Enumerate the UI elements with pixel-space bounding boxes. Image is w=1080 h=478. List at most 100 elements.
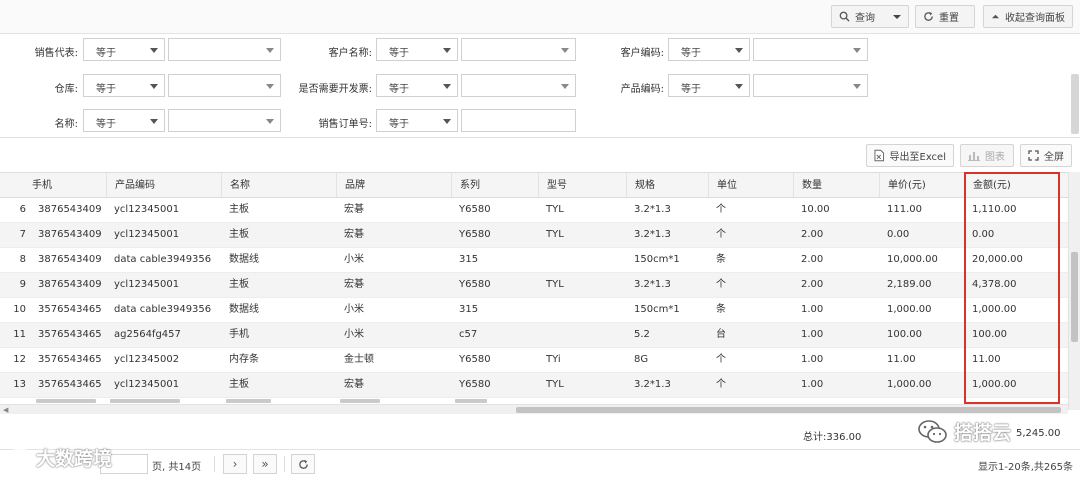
filter-value-warehouse[interactable] xyxy=(168,74,281,97)
table-row[interactable]: 9 3876543409 ycl12345001 主板 宏碁 Y6580 TYL 3.2*1.… xyxy=(0,273,1068,298)
filter-value-customer-code[interactable] xyxy=(753,38,868,61)
partial-cell xyxy=(455,399,487,403)
cell-unit-price: 11.00 xyxy=(887,354,916,365)
filter-label-customer-code: 客户编码: xyxy=(620,48,664,59)
caret-down-icon xyxy=(150,119,158,124)
scroll-left-icon[interactable]: ◀ xyxy=(3,406,8,414)
cell-amount: 1,110.00 xyxy=(972,204,1017,215)
query-button[interactable]: 查询 xyxy=(831,5,909,28)
export-excel-button[interactable]: 导出至Excel xyxy=(866,144,954,167)
refresh-button[interactable] xyxy=(291,454,315,474)
reset-label: 重置 xyxy=(939,13,959,24)
caret-down-icon xyxy=(266,48,274,53)
caret-down-icon xyxy=(735,48,743,53)
cell-spec: 8G xyxy=(634,354,649,365)
filter-panel: 销售代表: 等于 客户名称: 等于 客户编码: 等于 仓库: 等于 是否需要开发… xyxy=(0,34,1080,138)
double-chevron-right-icon: » xyxy=(261,457,269,471)
chart-button[interactable]: 图表 xyxy=(960,144,1014,167)
filter-op-customer-code[interactable]: 等于 xyxy=(668,38,750,61)
filter-value-name[interactable] xyxy=(168,109,281,132)
filter-op-customer-name[interactable]: 等于 xyxy=(376,38,458,61)
cell-product-code: ycl12345001 xyxy=(114,229,180,240)
filter-value-sales-order[interactable] xyxy=(461,109,576,132)
cell-unit-price: 1,000.00 xyxy=(887,304,932,315)
filter-op-sales-order[interactable]: 等于 xyxy=(376,109,458,132)
col-header-series[interactable]: 系列 xyxy=(451,173,538,198)
cell-name: 主板 xyxy=(229,379,249,390)
table-row[interactable]: 10 3576543465 data cable3949356 数据线 小米 315 150… xyxy=(0,298,1068,323)
table-row[interactable]: 7 3876543409 ycl12345001 主板 宏碁 Y6580 TYL 3.2*1.… xyxy=(0,223,1068,248)
filter-label-sales-order: 销售订单号: xyxy=(318,119,372,130)
chart-label: 图表 xyxy=(985,152,1005,163)
caret-down-icon xyxy=(150,48,158,53)
cell-unit-price: 1,000.00 xyxy=(887,379,932,390)
cell-series: 315 xyxy=(459,254,479,265)
filter-op-name[interactable]: 等于 xyxy=(83,109,165,132)
filter-op-value: 等于 xyxy=(96,84,116,95)
col-header-brand[interactable]: 品牌 xyxy=(336,173,451,198)
cell-series: c57 xyxy=(459,329,478,340)
caret-down-icon[interactable] xyxy=(892,12,902,22)
cell-phone: 3576543465 xyxy=(38,354,102,365)
filter-value-invoice-required[interactable] xyxy=(461,74,576,97)
cell-product-code: ycl12345001 xyxy=(114,204,180,215)
cell-brand: 金士顿 xyxy=(344,354,374,365)
filter-op-warehouse[interactable]: 等于 xyxy=(83,74,165,97)
grid-vertical-scrollbar[interactable] xyxy=(1068,172,1080,410)
col-header-unit[interactable]: 单位 xyxy=(708,173,793,198)
refresh-icon xyxy=(924,11,933,21)
col-header-quantity[interactable]: 数量 xyxy=(793,173,879,198)
watermark-left: 大数跨境 xyxy=(8,444,112,471)
reset-button[interactable]: 重置 xyxy=(915,5,975,28)
scroll-thumb[interactable] xyxy=(516,407,1061,413)
cell-model xyxy=(542,298,626,322)
cell-amount: 20,000.00 xyxy=(972,254,1023,265)
cell-quantity: 1.00 xyxy=(801,329,824,340)
col-header-spec[interactable]: 规格 xyxy=(626,173,708,198)
cell-model: TYL xyxy=(546,279,564,290)
range-info: 显示1-20条,共265条 xyxy=(978,462,1073,473)
col-header-name[interactable]: 名称 xyxy=(221,173,336,198)
filter-value-customer-name[interactable] xyxy=(461,38,576,61)
table-row[interactable]: 12 3576543465 ycl12345002 内存条 金士顿 Y6580 TYi 8G 个… xyxy=(0,348,1068,373)
cell-quantity: 1.00 xyxy=(801,354,824,365)
watermark-right: 搭搭云 xyxy=(918,418,1011,445)
table-row[interactable]: 11 3576543465 ag2564fg457 手机 小米 c57 5.2 台 1.00 10… xyxy=(0,323,1068,348)
next-page-button[interactable]: › xyxy=(223,454,247,474)
grid-horizontal-scrollbar[interactable]: ◀ xyxy=(0,404,1068,414)
col-header-model[interactable]: 型号 xyxy=(538,173,626,198)
row-number: 7 xyxy=(19,229,26,240)
filter-label-customer-name: 客户名称: xyxy=(328,48,372,59)
cell-product-code: ycl12345002 xyxy=(114,354,180,365)
filter-op-product-code[interactable]: 等于 xyxy=(668,74,750,97)
cell-unit: 个 xyxy=(716,229,726,240)
cell-brand: 小米 xyxy=(344,254,364,265)
filter-op-invoice-required[interactable]: 等于 xyxy=(376,74,458,97)
caret-down-icon xyxy=(853,48,861,53)
table-row[interactable]: 6 3876543409 ycl12345001 主板 宏碁 Y6580 TYL 3.2*1.… xyxy=(0,198,1068,223)
filter-value-product-code[interactable] xyxy=(753,74,868,97)
col-header-phone[interactable]: 手机 xyxy=(30,173,106,198)
partial-cell xyxy=(340,399,380,403)
filter-op-sales-rep[interactable]: 等于 xyxy=(83,38,165,61)
fullscreen-label: 全屏 xyxy=(1044,152,1064,163)
filter-value-sales-rep[interactable] xyxy=(168,38,281,61)
cell-brand: 宏碁 xyxy=(344,229,364,240)
col-header-unit-price[interactable]: 单价(元) xyxy=(879,173,964,198)
cell-series: Y6580 xyxy=(459,354,491,365)
scroll-thumb[interactable] xyxy=(1071,252,1078,342)
table-row[interactable]: 13 3576543465 ycl12345001 主板 宏碁 Y6580 TYL 3.2*1… xyxy=(0,373,1068,398)
col-header-amount[interactable]: 金额(元) xyxy=(964,173,1068,198)
cell-series: Y6580 xyxy=(459,229,491,240)
last-page-button[interactable]: » xyxy=(253,454,277,474)
col-header-product-code[interactable]: 产品编码 xyxy=(106,173,221,198)
collapse-panel-button[interactable]: 收起查询面板 xyxy=(983,5,1073,28)
table-row[interactable]: 8 3876543409 data cable3949356 数据线 小米 315 150c… xyxy=(0,248,1068,273)
excel-file-icon xyxy=(874,149,885,162)
filter-op-value: 等于 xyxy=(96,48,116,59)
cell-phone: 3876543409 xyxy=(38,279,102,290)
search-icon xyxy=(839,11,850,22)
cell-amount: 4,378.00 xyxy=(972,279,1017,290)
filter-scrollbar[interactable] xyxy=(1071,74,1079,134)
fullscreen-button[interactable]: 全屏 xyxy=(1020,144,1072,167)
